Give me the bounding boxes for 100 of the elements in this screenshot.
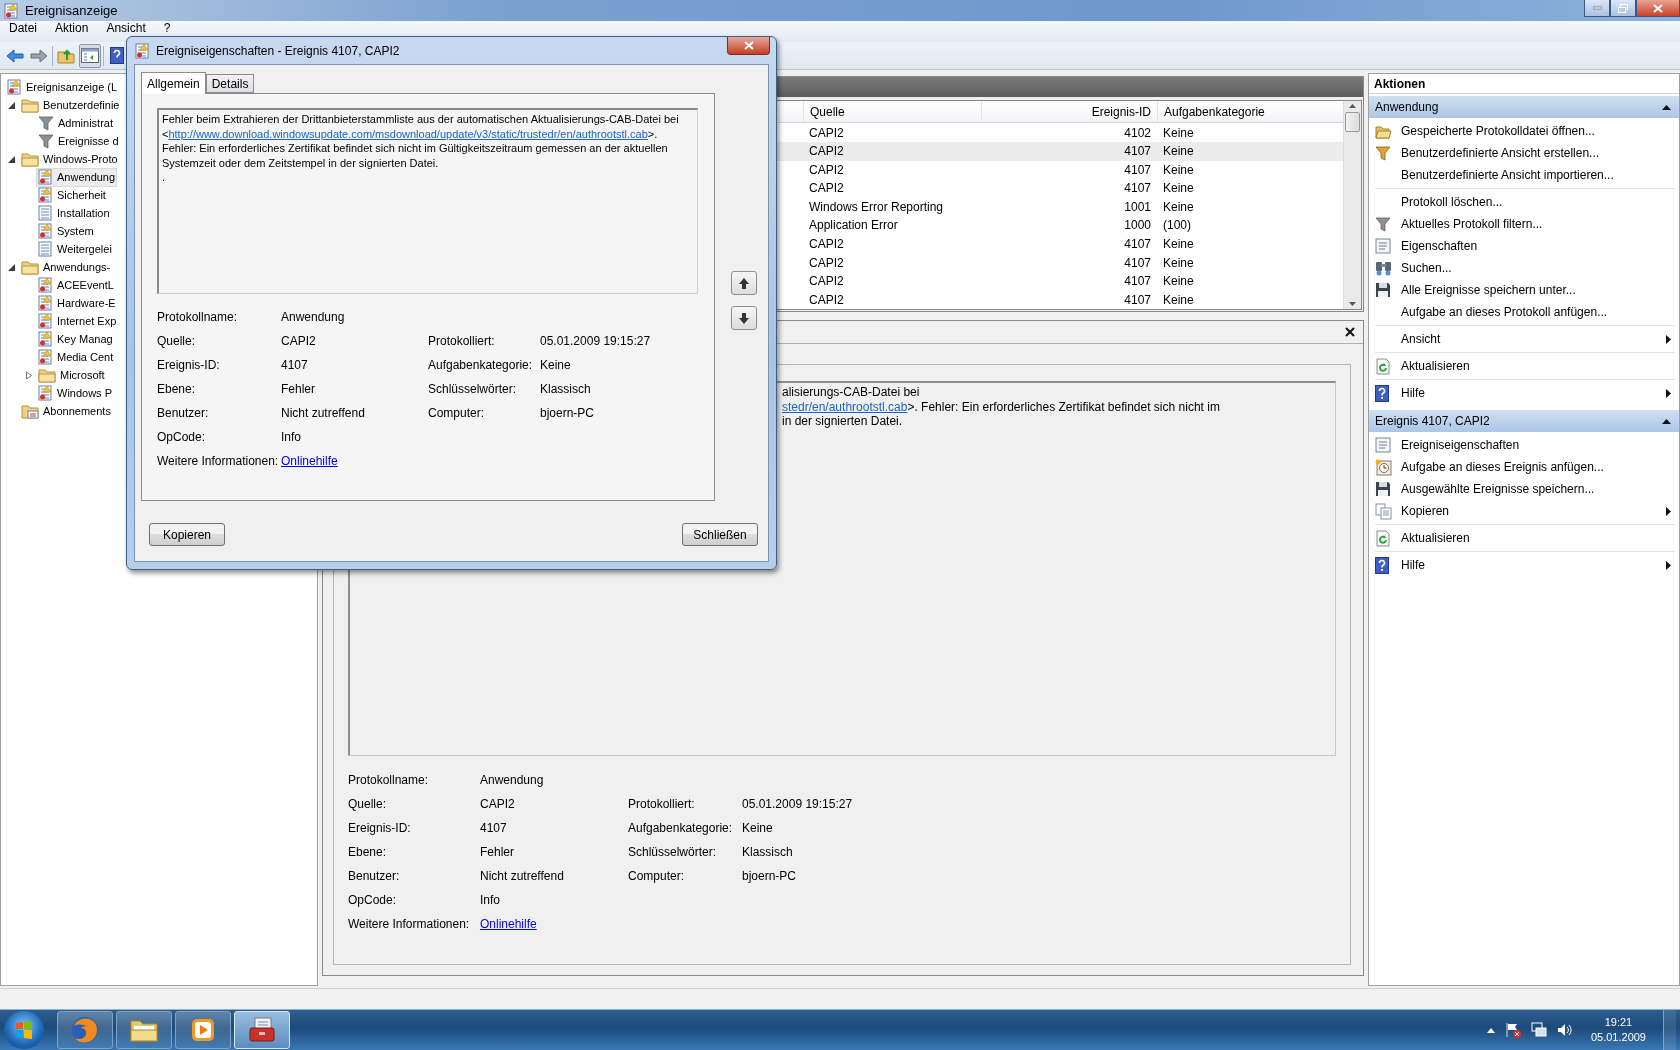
table-cell-text: CAPI2 (808, 143, 845, 161)
table-cell-text: Keine (1162, 161, 1195, 179)
tree-item[interactable]: Benutzerdefinie (19, 95, 122, 115)
action-item[interactable]: Hilfe (1375, 382, 1675, 404)
action-item[interactable]: Kopieren (1375, 500, 1675, 522)
field-label: Ebene: (348, 845, 387, 859)
section-header[interactable]: Anwendung (1369, 96, 1679, 118)
table-cell-text: Keine (1162, 273, 1195, 291)
tree-item[interactable]: Anwendung (36, 167, 118, 187)
action-item[interactable]: Ereigniseigenschaften (1375, 434, 1675, 456)
field-label: Protokolliert: (428, 334, 495, 348)
tree-item[interactable]: System (36, 221, 96, 241)
action-item[interactable]: Hilfe (1375, 554, 1675, 576)
field-label: Computer: (428, 406, 485, 420)
tab[interactable]: Details (205, 74, 255, 93)
field-label: Benutzer: (157, 406, 209, 420)
action-item[interactable]: Ausgewählte Ereignisse speichern... (1375, 478, 1675, 500)
action-item[interactable]: Aktualisieren (1375, 527, 1675, 549)
table-cell-text: CAPI2 (808, 124, 845, 142)
section-header[interactable]: Ereignis 4107, CAPI2 (1369, 410, 1679, 432)
action-item[interactable]: Aufgabe an dieses Ereignis anfügen... (1375, 456, 1675, 478)
menu-item[interactable]: ? (154, 21, 180, 35)
field-value: bjoern-PC (540, 406, 595, 420)
action-item[interactable]: Suchen... (1375, 257, 1675, 279)
action-item[interactable]: Gespeicherte Protokolldatei öffnen... (1375, 120, 1675, 142)
section-title: Ereignis 4107, CAPI2 (1375, 414, 1490, 428)
tree-item[interactable]: Ereignisanzeige (L (5, 77, 120, 97)
menu-item[interactable]: Datei (0, 21, 46, 35)
tab[interactable]: Allgemein (141, 72, 206, 94)
tree-item[interactable]: Installation (36, 203, 112, 223)
table-cell-text: 4107 (1123, 180, 1152, 198)
action-item[interactable]: Protokoll löschen... (1375, 191, 1675, 213)
table-cell-text: 4107 (1123, 143, 1152, 161)
online-help-link[interactable]: Onlinehilfe (281, 454, 428, 468)
tree-item[interactable]: Administrat (36, 113, 116, 133)
tree-item[interactable]: Key Manag (36, 329, 115, 349)
field-value: Nicht zutreffend (281, 406, 365, 420)
message-text: alisierungs-CAB-Datei bei (782, 385, 920, 400)
field-label: Weitere Informationen: (348, 917, 470, 931)
table-cell-text: 4107 (1123, 254, 1152, 272)
table-cell-text: CAPI2 (808, 180, 845, 198)
copy-button[interactable]: Kopieren (149, 523, 225, 546)
field-value: 05.01.2009 19:15:27 (742, 797, 853, 811)
table-cell-text: Keine (1162, 198, 1195, 216)
table-cell-text: Application Error (808, 217, 899, 235)
tree-item[interactable]: Windows-Proto (19, 149, 120, 169)
tree-item[interactable]: Hardware-E (36, 293, 118, 313)
clock-time: 19:21 (1604, 1015, 1633, 1030)
tree-item[interactable]: Ereignisse d (36, 131, 121, 151)
tree-item[interactable]: Internet Exp (36, 311, 119, 331)
table-cell-text: Keine (1162, 124, 1195, 142)
window-title: Ereignisanzeige (25, 3, 118, 18)
field-label: Aufgabenkategorie: (628, 821, 733, 835)
menu-item[interactable]: Aktion (46, 21, 98, 35)
tree-item[interactable]: Microsoft (36, 365, 107, 385)
action-item[interactable]: Eigenschaften (1375, 235, 1675, 257)
field-value: 05.01.2009 19:15:27 (540, 334, 651, 348)
action-item[interactable]: Aufgabe an dieses Protokoll anfügen... (1375, 301, 1675, 323)
clock[interactable]: 19:21 05.01.2009 (1590, 1015, 1646, 1045)
update-link[interactable]: stedr/en/authrootstl.cab (782, 399, 908, 414)
tree-item[interactable]: Weitergelei (36, 239, 114, 259)
table-cell-text: Keine (1162, 180, 1195, 198)
table-cell-text: CAPI2 (808, 236, 845, 254)
field-label: Schlüsselwörter: (628, 845, 717, 859)
action-item[interactable]: Benutzerdefinierte Ansicht erstellen... (1375, 142, 1675, 164)
table-cell-text: 1001 (1123, 198, 1152, 216)
column-header[interactable]: Quelle (803, 101, 981, 123)
table-cell-text: 4107 (1123, 236, 1152, 254)
field-value: 4107 (480, 821, 507, 835)
tree-item[interactable]: Anwendungs- (19, 257, 113, 277)
field-value: Fehler (281, 382, 315, 396)
action-item[interactable]: Alle Ereignisse speichern unter... (1375, 279, 1675, 301)
tree-item[interactable]: Media Cent (36, 347, 116, 367)
field-value: bjoern-PC (742, 869, 797, 883)
table-cell-text: Keine (1162, 254, 1195, 272)
tree-item[interactable]: Windows P (36, 383, 115, 403)
field-value: Anwendung (480, 773, 544, 787)
message-text: . (162, 170, 167, 185)
field-label: Quelle: (157, 334, 196, 348)
close-dialog-button[interactable]: Schließen (682, 523, 758, 546)
tree-item[interactable]: Sicherheit (36, 185, 108, 205)
action-item[interactable]: Ansicht (1375, 328, 1675, 350)
field-value: Klassisch (742, 845, 793, 859)
table-cell-text: CAPI2 (808, 254, 845, 272)
table-cell-text: Keine (1162, 236, 1195, 254)
field-label: Ebene: (157, 382, 196, 396)
action-item[interactable]: Benutzerdefinierte Ansicht importieren... (1375, 164, 1675, 186)
field-value: CAPI2 (281, 334, 316, 348)
tree-item[interactable]: Abonnements (19, 401, 113, 421)
action-item[interactable]: Aktualisieren (1375, 355, 1675, 377)
menu-item[interactable]: Ansicht (97, 21, 155, 35)
online-help-link[interactable]: Onlinehilfe (480, 917, 628, 931)
column-header[interactable]: Ereignis-ID (981, 101, 1157, 123)
table-cell-text: 4107 (1123, 291, 1152, 309)
tree-item[interactable]: ACEEventL (36, 275, 116, 295)
field-label: OpCode: (157, 430, 206, 444)
field-value: 4107 (281, 358, 308, 372)
action-item[interactable]: Aktuelles Protokoll filtern... (1375, 213, 1675, 235)
field-value: Keine (742, 821, 773, 835)
field-value: Klassisch (540, 382, 591, 396)
